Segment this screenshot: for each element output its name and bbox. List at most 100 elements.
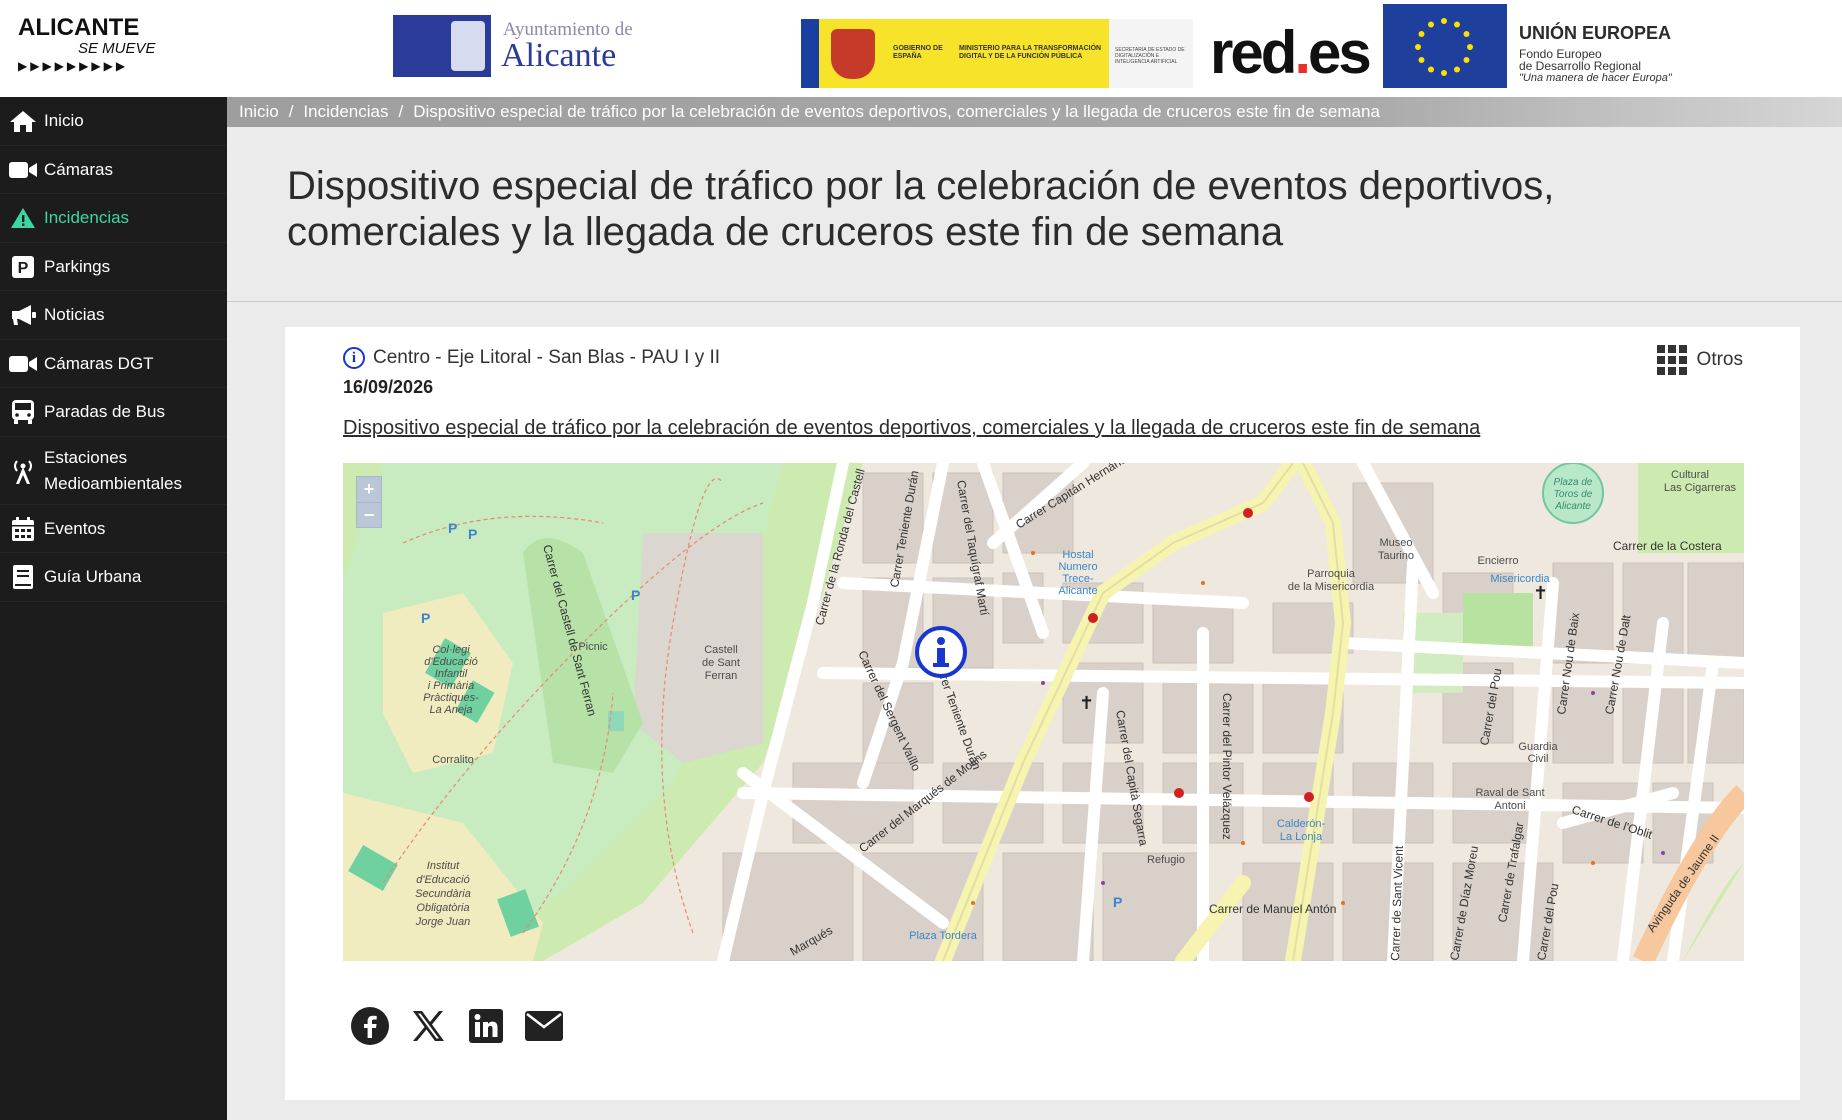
svg-text:Misericordia: Misericordia (1490, 573, 1550, 585)
gobierno-line3: SECRETARÍA DE ESTADO DE DIGITALIZACIÓN E… (1115, 47, 1185, 65)
redes-a: red (1210, 19, 1297, 86)
breadcrumb-separator: / (288, 102, 294, 121)
ayuntamiento-line2: Alicante (501, 37, 617, 74)
svg-text:Calderón-: Calderón- (1277, 818, 1326, 830)
megaphone-icon (8, 303, 38, 327)
svg-text:P: P (18, 260, 29, 277)
incident-map[interactable]: PPPP P ✝ ✝ Castell de Sant Ferran Picnic Co… (343, 463, 1744, 961)
svg-text:P: P (448, 520, 457, 536)
eu-flag-icon (1383, 4, 1507, 88)
svg-text:P: P (468, 526, 477, 542)
svg-text:Toros de: Toros de (1554, 489, 1593, 500)
sidebar-item-paradas-bus[interactable]: Paradas de Bus (0, 388, 227, 437)
sidebar-item-camaras-dgt[interactable]: Cámaras DGT (0, 340, 227, 388)
grid-icon (1656, 345, 1687, 375)
sidebar-item-incidencias[interactable]: Incidencias (0, 194, 227, 243)
redes-dot: . (1294, 19, 1311, 86)
sidebar-item-label: Estaciones Medioambientales (44, 447, 182, 493)
calendar-icon (8, 516, 38, 541)
svg-text:HostalNumeroTrece-Alicante: Hostal Numero Trece-Alicante (1058, 549, 1097, 597)
share-bar (351, 1007, 583, 1045)
sidebar-item-label: Inicio (44, 111, 84, 130)
sidebar-item-eventos[interactable]: Eventos (0, 505, 227, 553)
page-title: Dispositivo especial de tráfico por la c… (287, 164, 1555, 254)
top-header: ALICANTE SE MUEVE ▶▶▶▶▶▶▶▶▶ Ayuntamiento… (0, 0, 1842, 97)
video-camera-icon (8, 160, 38, 180)
info-marker-icon[interactable] (915, 626, 967, 678)
eu-flag-strip-icon (801, 19, 819, 88)
incident-zone-label: Centro - Eje Litoral - San Blas - PAU I … (373, 347, 721, 368)
sidebar-item-label: Noticias (44, 305, 105, 324)
incident-date: 16/09/2026 (343, 377, 434, 397)
brand-line1: ALICANTE (18, 14, 140, 41)
incident-card: i Centro - Eje Litoral - San Blas - PAU … (285, 327, 1800, 1100)
svg-text:Cultural: Cultural (1671, 469, 1709, 481)
gobierno-line2: MINISTERIO PARA LA TRANSFORMACIÓN DIGITA… (959, 45, 1102, 60)
sidebar-item-label: Guía Urbana (44, 567, 142, 586)
sidebar-item-noticias[interactable]: Noticias (0, 291, 227, 340)
spain-shield-icon (831, 29, 875, 79)
sidebar-item-parkings[interactable]: P Parkings (0, 243, 227, 291)
zoom-out-button[interactable]: − (357, 502, 381, 527)
svg-text:Carrer del Pintor Velázquez: Carrer del Pintor Velázquez (1220, 693, 1234, 840)
sidebar-item-guia-urbana[interactable]: Guía Urbana (0, 553, 227, 602)
svg-text:Las Cigarreras: Las Cigarreras (1664, 482, 1737, 494)
svg-text:Parroquia: Parroquia (1307, 568, 1356, 580)
zoom-in-button[interactable]: + (357, 477, 381, 502)
antenna-icon (8, 458, 38, 484)
incident-category: Otros (1656, 345, 1743, 375)
svg-text:de la Misericordia: de la Misericordia (1288, 581, 1375, 593)
sidebar-item-label: Paradas de Bus (44, 402, 165, 421)
video-camera-icon (8, 354, 38, 374)
incident-link[interactable]: Dispositivo especial de tráfico por la c… (343, 417, 1480, 440)
svg-text:Alicante: Alicante (1554, 501, 1591, 512)
email-icon[interactable] (525, 1007, 563, 1045)
svg-text:Raval de Sant: Raval de Sant (1475, 787, 1544, 799)
svg-text:Castellde SantFerran: Castell de Sant Ferran (702, 644, 740, 682)
x-icon[interactable] (409, 1007, 447, 1045)
breadcrumb-current: Dispositivo especial de tráfico por la c… (413, 102, 1380, 121)
linkedin-icon[interactable] (467, 1007, 505, 1045)
svg-text:✝: ✝ (1079, 693, 1094, 714)
eu-sub2: de Desarrollo Regional (1519, 59, 1642, 73)
breadcrumb: Inicio / Incidencias / Dispositivo espec… (227, 97, 1842, 127)
svg-text:Plaza Tordera: Plaza Tordera (909, 930, 978, 942)
sidebar-item-label: Incidencias (44, 208, 130, 227)
svg-text:Taurino: Taurino (1378, 550, 1414, 562)
svg-text:Antoni: Antoni (1494, 800, 1525, 812)
sidebar-item-estaciones[interactable]: Estaciones Medioambientales (0, 437, 227, 505)
parking-icon: P (8, 255, 38, 278)
svg-text:Carrer de Manuel Antón: Carrer de Manuel Antón (1209, 902, 1336, 916)
redes-c: es (1308, 19, 1372, 86)
eu-motto: "Una manera de hacer Europa" (1519, 72, 1672, 84)
sidebar-item-inicio[interactable]: Inicio (0, 97, 227, 146)
gobierno-line1: GOBIERNO DE ESPAÑA (893, 45, 943, 60)
sidebar-item-label: Cámaras DGT (44, 353, 154, 373)
home-icon (8, 109, 38, 133)
incident-zone: i Centro - Eje Litoral - San Blas - PAU … (343, 347, 720, 369)
svg-text:La Lonja: La Lonja (1280, 831, 1323, 843)
map-zoom-control[interactable]: + − (356, 476, 382, 528)
svg-text:P: P (631, 587, 640, 603)
bus-icon (8, 399, 38, 425)
brand-arrows-icon: ▶▶▶▶▶▶▶▶▶ (18, 59, 129, 73)
sidebar-item-label: Eventos (44, 518, 106, 538)
svg-text:P: P (421, 610, 430, 626)
svg-text:Refugio: Refugio (1147, 854, 1185, 866)
title-area: Dispositivo especial de tráfico por la c… (227, 127, 1842, 302)
gobierno-logo: GOBIERNO DE ESPAÑA MINISTERIO PARA LA TR… (801, 19, 1193, 88)
breadcrumb-incidencias[interactable]: Incidencias (303, 102, 388, 122)
breadcrumb-inicio[interactable]: Inicio (239, 102, 279, 122)
incident-category-label: Otros (1696, 349, 1743, 370)
info-icon: i (343, 347, 365, 369)
book-icon (8, 565, 38, 589)
alicante-se-mueve-logo[interactable]: ALICANTE SE MUEVE ▶▶▶▶▶▶▶▶▶ (18, 14, 168, 82)
facebook-icon[interactable] (351, 1007, 389, 1045)
svg-text:P: P (1113, 894, 1122, 910)
breadcrumb-separator: / (398, 102, 404, 121)
svg-text:Encierro: Encierro (1478, 555, 1519, 567)
redes-logo: red.es (1210, 18, 1372, 88)
sidebar-item-label: Parkings (44, 256, 111, 276)
sidebar-item-camaras[interactable]: Cámaras (0, 146, 227, 194)
ayuntamiento-logo: Ayuntamiento de Alicante (393, 15, 653, 77)
